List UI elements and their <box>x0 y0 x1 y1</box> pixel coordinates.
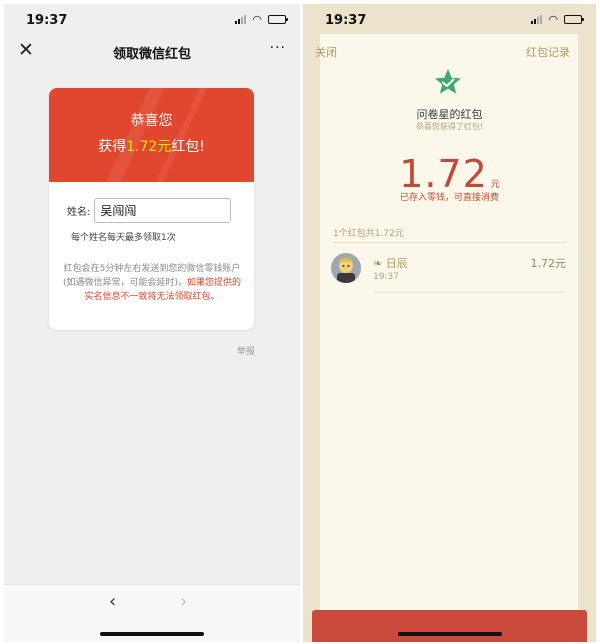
avatar-image <box>331 253 361 283</box>
report-link[interactable]: 举报 <box>237 344 255 357</box>
sender-wish: 恭喜您获得了红包! <box>415 122 484 131</box>
forward-button[interactable]: › <box>180 591 187 612</box>
card-header: 恭喜您 获得1.72元红包! <box>49 88 254 182</box>
name-label: 姓名: <box>67 207 91 218</box>
sender-name: 问卷星的红包 <box>416 108 483 121</box>
left-screen: 19:37 ◠ ✕ 领取微信红包 ··· 恭喜您 获得1.72元红包! 姓名: … <box>4 4 300 642</box>
browser-bottom-bar: ‹ › <box>4 584 300 642</box>
signal-icon <box>531 15 543 24</box>
prize-text: 获得1.72元红包! <box>49 136 254 156</box>
record-name-text: 日辰 <box>385 257 408 270</box>
green-star-icon <box>435 69 461 94</box>
sprout-icon: ❧ <box>373 257 383 270</box>
prize-suffix: 红包! <box>171 139 205 155</box>
home-indicator[interactable] <box>397 632 502 636</box>
close-button[interactable]: 关闭 <box>315 44 337 60</box>
status-time: 19:37 <box>325 13 367 28</box>
status-bar: 19:37 ◠ <box>303 4 596 32</box>
redpacket-bottom-edge <box>312 610 587 642</box>
prize-amount: 1.72元 <box>126 139 172 155</box>
notice-text: 红包会在5分钟左右发送到您的微信零钱账户(如遇微信异常，可能会延时)。如果您提供… <box>61 262 243 304</box>
stored-text[interactable]: 已存入零钱，可直接消费 <box>303 190 596 203</box>
battery-icon <box>268 15 288 24</box>
page-title: 领取微信红包 <box>112 47 191 62</box>
congrats-text: 恭喜您 <box>130 113 173 129</box>
home-indicator[interactable] <box>100 632 204 636</box>
battery-icon <box>564 15 584 24</box>
status-time: 19:37 <box>26 13 68 28</box>
wifi-icon: ◠ <box>548 13 558 26</box>
right-screen: 19:37 ◠ 关闭 红包记录 问卷星的红包 恭喜您获得了红包! 1.72 元 已… <box>303 4 596 642</box>
nav-bar: ✕ 领取微信红包 ··· <box>4 34 300 68</box>
wifi-icon: ◠ <box>252 13 262 26</box>
back-button[interactable]: ‹ <box>109 591 116 612</box>
avatar <box>331 253 361 283</box>
record-time: 19:37 <box>373 272 399 282</box>
record-button[interactable]: 红包记录 <box>526 44 570 60</box>
divider <box>333 242 566 243</box>
more-button[interactable]: ··· <box>270 40 286 56</box>
redpacket-card: 恭喜您 获得1.72元红包! 姓名: 每个姓名每天最多领取1次 红包会在5分钟左… <box>49 88 254 330</box>
name-row: 姓名: <box>67 198 232 223</box>
prize-prefix: 获得 <box>98 139 127 155</box>
divider <box>373 292 566 293</box>
status-icons: ◠ <box>235 13 288 26</box>
limit-text: 每个姓名每天最多领取1次 <box>71 233 176 243</box>
record-amount: 1.72元 <box>530 257 567 270</box>
record-name: ❧ 日辰 <box>373 255 408 271</box>
signal-icon <box>235 15 247 24</box>
status-bar: 19:37 ◠ <box>4 4 300 32</box>
name-input[interactable] <box>94 198 232 223</box>
summary-text: 1个红包共1.72元 <box>333 229 404 239</box>
amount-unit: 元 <box>490 180 500 190</box>
status-icons: ◠ <box>531 13 584 26</box>
